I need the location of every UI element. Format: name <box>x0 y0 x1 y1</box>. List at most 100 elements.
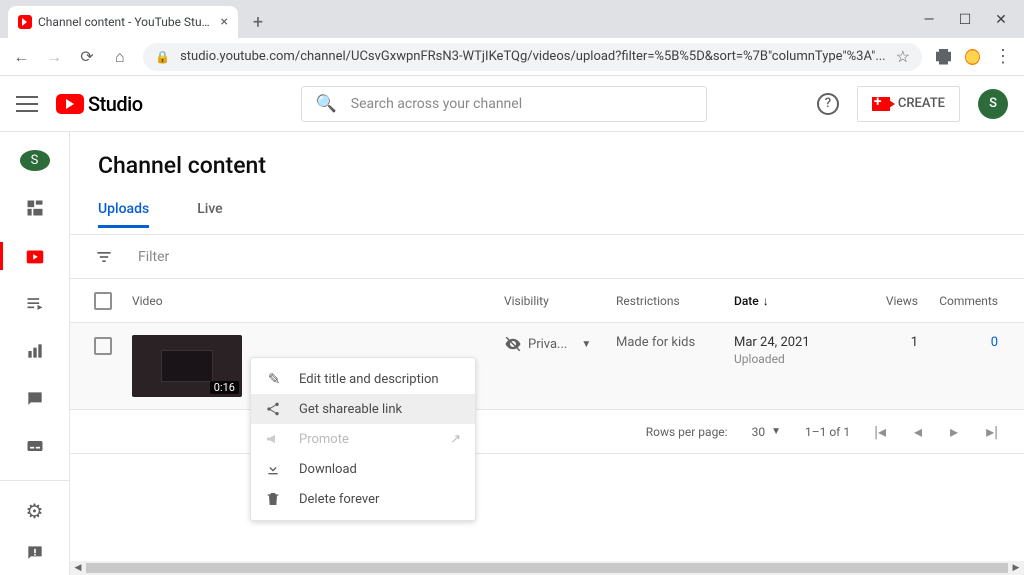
channel-avatar[interactable]: S <box>20 150 50 171</box>
playlists-icon <box>25 294 45 314</box>
filter-label: Filter <box>138 249 169 265</box>
hamburger-icon[interactable] <box>16 96 38 112</box>
menu-delete[interactable]: Delete forever <box>251 484 475 514</box>
menu-edit-title[interactable]: ✎ Edit title and description <box>251 364 475 394</box>
page-title: Channel content <box>70 132 1024 193</box>
new-tab-button[interactable]: + <box>244 8 272 36</box>
main: Channel content Uploads Live Filter Vide… <box>70 132 1024 575</box>
close-window-icon[interactable]: ✕ <box>992 12 1010 28</box>
extensions-icon[interactable] <box>936 49 951 65</box>
account-avatar[interactable]: S <box>978 89 1008 119</box>
browser-tab-strip: Channel content - YouTube Studio × + — ☐… <box>0 0 1024 38</box>
table-row[interactable]: 0:16 Priva... ▼ Made for kids Mar 24, 20… <box>70 323 1024 410</box>
select-all-checkbox[interactable] <box>94 292 112 310</box>
lock-icon: 🔒 <box>155 50 170 64</box>
comments-icon <box>25 389 45 409</box>
browser-address-bar: ← → ⟳ ⌂ 🔒 studio.youtube.com/channel/UCs… <box>0 38 1024 76</box>
studio-header: Studio 🔍 ? CREATE S <box>0 76 1024 132</box>
header-video[interactable]: Video <box>132 294 504 308</box>
body: S ⚙ Channel content <box>0 132 1024 575</box>
tab-live[interactable]: Live <box>197 193 222 225</box>
reload-icon[interactable]: ⟳ <box>78 47 97 66</box>
sidebar-item-playlists[interactable] <box>0 290 70 318</box>
trash-icon <box>265 491 283 507</box>
youtube-play-icon <box>56 94 84 114</box>
sidebar-item-settings[interactable]: ⚙ <box>0 499 70 523</box>
rows-per-page-label: Rows per page: <box>646 425 728 439</box>
next-page-icon[interactable]: ▸ <box>950 422 958 441</box>
sidebar: S ⚙ <box>0 132 70 575</box>
sidebar-item-comments[interactable] <box>0 385 70 413</box>
visibility-private-icon <box>504 335 522 353</box>
gear-icon: ⚙ <box>26 499 44 523</box>
scroll-left-icon[interactable]: ◀ <box>70 561 86 575</box>
close-tab-icon[interactable]: × <box>221 14 228 30</box>
dashboard-icon <box>25 198 45 218</box>
page-range: 1–1 of 1 <box>805 425 850 439</box>
browser-tab[interactable]: Channel content - YouTube Studio × <box>8 6 238 38</box>
studio-logo[interactable]: Studio <box>56 92 143 116</box>
scroll-right-icon[interactable]: ▶ <box>1008 561 1024 575</box>
chevron-down-icon: ▼ <box>581 339 591 350</box>
megaphone-icon <box>265 431 283 447</box>
external-link-icon: ↗ <box>450 432 461 447</box>
url-box[interactable]: 🔒 studio.youtube.com/channel/UCsvGxwpnFR… <box>143 43 922 71</box>
help-icon[interactable]: ? <box>817 93 839 115</box>
url-text: studio.youtube.com/channel/UCsvGxwpnFRsN… <box>180 49 886 64</box>
search-box[interactable]: 🔍 <box>301 86 707 122</box>
prev-page-icon[interactable]: ◂ <box>914 422 922 441</box>
row-date: Mar 24, 2021 Uploaded <box>734 335 846 366</box>
menu-download[interactable]: Download <box>251 454 475 484</box>
logo-text: Studio <box>88 92 143 116</box>
pencil-icon: ✎ <box>265 370 283 388</box>
filter-row[interactable]: Filter <box>70 235 1024 279</box>
analytics-icon <box>25 341 45 361</box>
first-page-icon[interactable]: |◂ <box>874 422 886 441</box>
tab-uploads[interactable]: Uploads <box>98 193 149 228</box>
header-visibility[interactable]: Visibility <box>504 294 616 308</box>
sidebar-item-dashboard[interactable] <box>0 195 70 223</box>
chevron-down-icon: ▼ <box>771 426 781 437</box>
forward-icon[interactable]: → <box>45 47 64 67</box>
window-controls: — ☐ ✕ <box>920 12 1024 38</box>
row-views: 1 <box>846 335 918 350</box>
video-thumbnail[interactable]: 0:16 <box>132 335 242 397</box>
header-date[interactable]: Date ↓ <box>734 294 846 308</box>
share-icon <box>265 401 283 417</box>
bookmark-star-icon[interactable]: ☆ <box>896 47 910 66</box>
content-tabs: Uploads Live <box>70 193 1024 235</box>
home-icon[interactable]: ⌂ <box>110 47 129 67</box>
horizontal-scrollbar[interactable]: ◀ ▶ <box>70 561 1024 575</box>
feedback-icon <box>25 543 45 563</box>
search-input[interactable] <box>351 96 692 112</box>
last-page-icon[interactable]: ▸| <box>986 422 998 441</box>
subtitles-icon <box>25 436 45 456</box>
browser-menu-icon[interactable]: ⋮ <box>994 46 1012 67</box>
minimize-icon[interactable]: — <box>920 12 938 28</box>
tab-title: Channel content - YouTube Studio <box>38 15 215 29</box>
download-icon <box>265 461 283 477</box>
video-duration: 0:16 <box>210 381 239 394</box>
back-icon[interactable]: ← <box>12 47 31 67</box>
sidebar-item-analytics[interactable] <box>0 337 70 365</box>
header-comments[interactable]: Comments <box>918 294 1024 308</box>
pagination: Rows per page: 30 ▼ 1–1 of 1 |◂ ◂ ▸ ▸| <box>70 410 1024 454</box>
extension-yellow-icon[interactable] <box>965 49 980 65</box>
row-visibility[interactable]: Priva... ▼ <box>504 335 616 353</box>
menu-share-link[interactable]: Get shareable link <box>251 394 475 424</box>
header-views[interactable]: Views <box>846 294 918 308</box>
row-checkbox[interactable] <box>94 337 112 355</box>
sidebar-item-subtitles[interactable] <box>0 432 70 460</box>
row-comments[interactable]: 0 <box>918 335 1024 350</box>
scroll-thumb[interactable] <box>86 563 1008 573</box>
sidebar-item-content[interactable] <box>0 242 70 270</box>
row-restrictions: Made for kids <box>616 335 734 350</box>
create-button[interactable]: CREATE <box>857 86 960 122</box>
menu-promote: Promote ↗ <box>251 424 475 454</box>
rows-per-page-select[interactable]: 30 ▼ <box>752 425 781 439</box>
table-header: Video Visibility Restrictions Date ↓ Vie… <box>70 279 1024 323</box>
header-restrictions[interactable]: Restrictions <box>616 294 734 308</box>
search-icon: 🔍 <box>316 94 337 114</box>
sidebar-item-feedback[interactable] <box>0 543 70 563</box>
maximize-icon[interactable]: ☐ <box>956 12 974 28</box>
